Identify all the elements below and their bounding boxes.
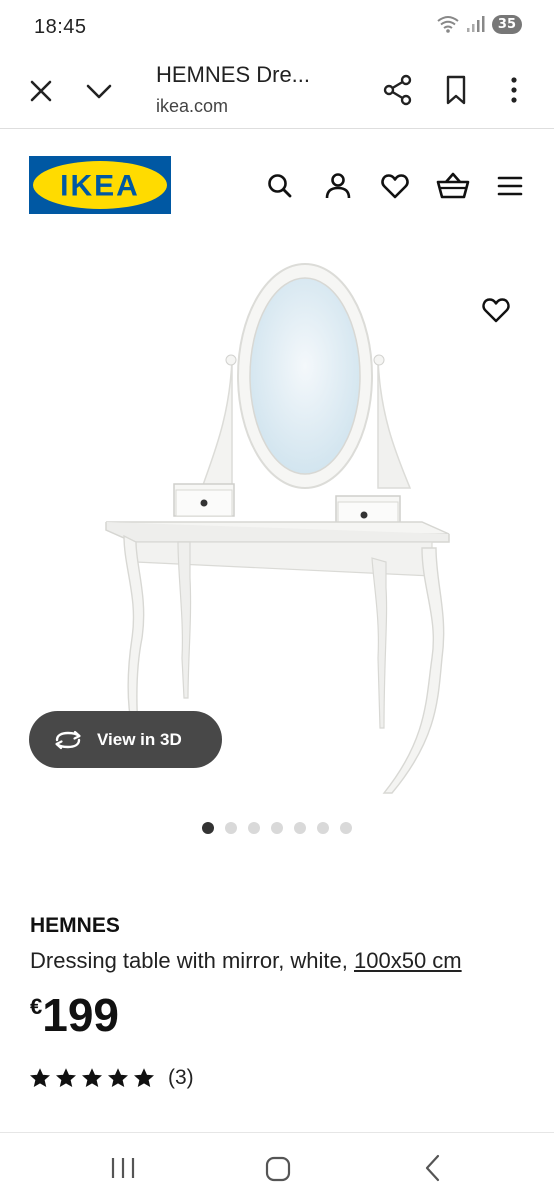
close-icon bbox=[30, 80, 52, 102]
back-chevron-icon bbox=[425, 1154, 440, 1182]
wifi-icon bbox=[437, 16, 459, 33]
product-rating[interactable]: (3) bbox=[30, 1066, 194, 1090]
system-navigation-bar bbox=[0, 1132, 554, 1201]
rating-stars bbox=[30, 1068, 160, 1088]
product-price: €199 bbox=[30, 988, 119, 1042]
carousel-dot[interactable] bbox=[225, 822, 237, 834]
browser-toolbar: HEMNES Dre... ikea.com bbox=[0, 56, 554, 129]
minimize-button[interactable] bbox=[82, 74, 116, 108]
review-count: (3) bbox=[168, 1066, 194, 1089]
carousel-dot[interactable] bbox=[248, 822, 260, 834]
product-name: HEMNES bbox=[30, 914, 120, 937]
more-vertical-icon bbox=[511, 77, 517, 103]
home-button[interactable] bbox=[264, 1155, 292, 1183]
status-icons: 35 bbox=[436, 14, 522, 34]
star-icon bbox=[134, 1068, 154, 1088]
home-icon bbox=[265, 1156, 291, 1182]
search-icon bbox=[268, 174, 292, 198]
rotate-3d-icon bbox=[55, 730, 81, 749]
star-icon bbox=[56, 1068, 76, 1088]
recent-apps-button[interactable] bbox=[108, 1155, 138, 1181]
ikea-logo[interactable]: IKEA bbox=[29, 156, 171, 214]
save-to-favourites-button[interactable] bbox=[478, 292, 514, 328]
page-domain: ikea.com bbox=[156, 96, 229, 116]
heart-icon bbox=[381, 174, 409, 199]
profile-icon bbox=[325, 173, 351, 199]
product-size-link[interactable]: 100x50 cm bbox=[354, 948, 462, 973]
star-icon bbox=[82, 1068, 102, 1088]
status-time: 18:45 bbox=[34, 16, 87, 38]
more-options-button[interactable] bbox=[496, 72, 532, 108]
product-description-text: Dressing table with mirror, white, bbox=[30, 948, 354, 973]
carousel-dot[interactable] bbox=[340, 822, 352, 834]
favourites-button[interactable] bbox=[377, 168, 413, 204]
menu-button[interactable] bbox=[492, 168, 528, 204]
search-button[interactable] bbox=[262, 168, 298, 204]
image-carousel-indicator bbox=[202, 822, 352, 834]
star-icon bbox=[30, 1068, 50, 1088]
basket-button[interactable] bbox=[434, 168, 472, 204]
hamburger-menu-icon bbox=[497, 176, 523, 196]
carousel-dot[interactable] bbox=[317, 822, 329, 834]
signal-icon bbox=[466, 16, 485, 32]
star-icon bbox=[108, 1068, 128, 1088]
price-amount: 199 bbox=[42, 989, 119, 1041]
heart-icon bbox=[482, 298, 510, 323]
status-bar: 18:45 35 bbox=[0, 0, 554, 56]
recent-apps-icon bbox=[111, 1158, 135, 1178]
carousel-dot[interactable] bbox=[271, 822, 283, 834]
view-in-3d-button[interactable]: View in 3D bbox=[29, 711, 222, 768]
chevron-down-icon bbox=[86, 84, 112, 99]
share-icon bbox=[383, 74, 412, 106]
profile-button[interactable] bbox=[320, 168, 356, 204]
page-title: HEMNES Dre... bbox=[156, 62, 311, 87]
product-description: Dressing table with mirror, white, 100x5… bbox=[30, 948, 462, 974]
logo-text: IKEA bbox=[60, 170, 140, 203]
share-button[interactable] bbox=[380, 72, 416, 108]
price-currency: € bbox=[30, 994, 43, 1019]
view-in-3d-label: View in 3D bbox=[97, 729, 182, 749]
carousel-dot[interactable] bbox=[294, 822, 306, 834]
basket-icon bbox=[436, 172, 470, 199]
carousel-dot[interactable] bbox=[202, 822, 214, 834]
bookmark-icon bbox=[446, 75, 466, 105]
battery-level: 35 bbox=[491, 14, 522, 34]
bookmark-button[interactable] bbox=[438, 72, 474, 108]
back-button[interactable] bbox=[420, 1153, 446, 1183]
close-button[interactable] bbox=[24, 74, 58, 108]
